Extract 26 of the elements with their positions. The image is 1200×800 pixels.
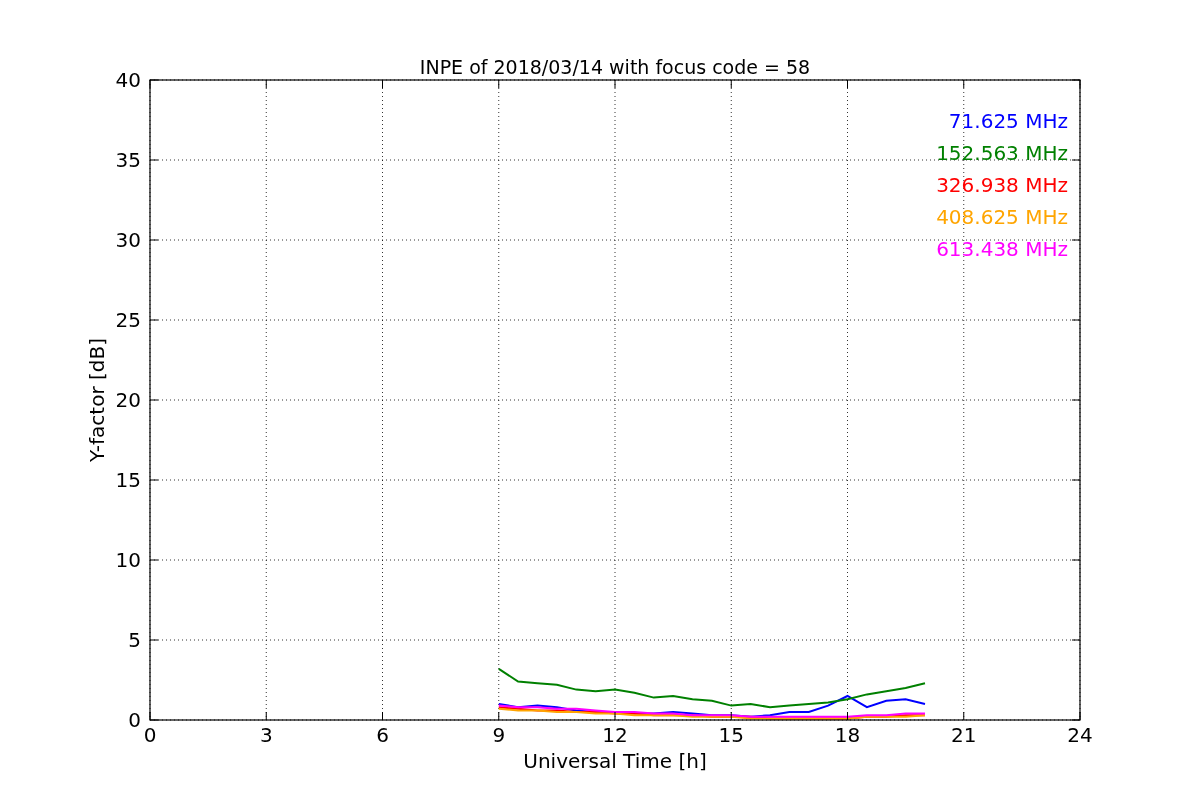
legend-label: 152.563 MHz [936, 141, 1068, 165]
tick-label: 3 [259, 723, 273, 747]
tick-label: 0 [143, 723, 157, 747]
tick-label: 9 [492, 723, 506, 747]
tick-label: 20 [115, 388, 141, 412]
legend-label: 613.438 MHz [936, 237, 1068, 261]
tick-label: 12 [602, 723, 628, 747]
axis-label: Universal Time [h] [523, 749, 707, 773]
tick-label: 25 [115, 308, 141, 332]
tick-label: 0 [128, 708, 141, 732]
axis-label: Y-factor [dB] [85, 338, 109, 462]
tick-label: 30 [115, 228, 141, 252]
legend-label: 408.625 MHz [936, 205, 1068, 229]
tick-label: 5 [128, 628, 141, 652]
tick-label: 15 [115, 468, 141, 492]
legend-label: 71.625 MHz [948, 109, 1068, 133]
tick-label: 21 [951, 723, 977, 747]
tick-label: 35 [115, 148, 141, 172]
tick-label: 10 [115, 548, 141, 572]
tick-label: 24 [1067, 723, 1093, 747]
tick-label: 6 [376, 723, 389, 747]
chart-title: INPE of 2018/03/14 with focus code = 58 [419, 56, 811, 78]
tick-label: 18 [834, 723, 861, 747]
legend-label: 326.938 MHz [936, 173, 1068, 197]
tick-label: 40 [115, 68, 141, 92]
tick-label: 15 [718, 723, 744, 747]
